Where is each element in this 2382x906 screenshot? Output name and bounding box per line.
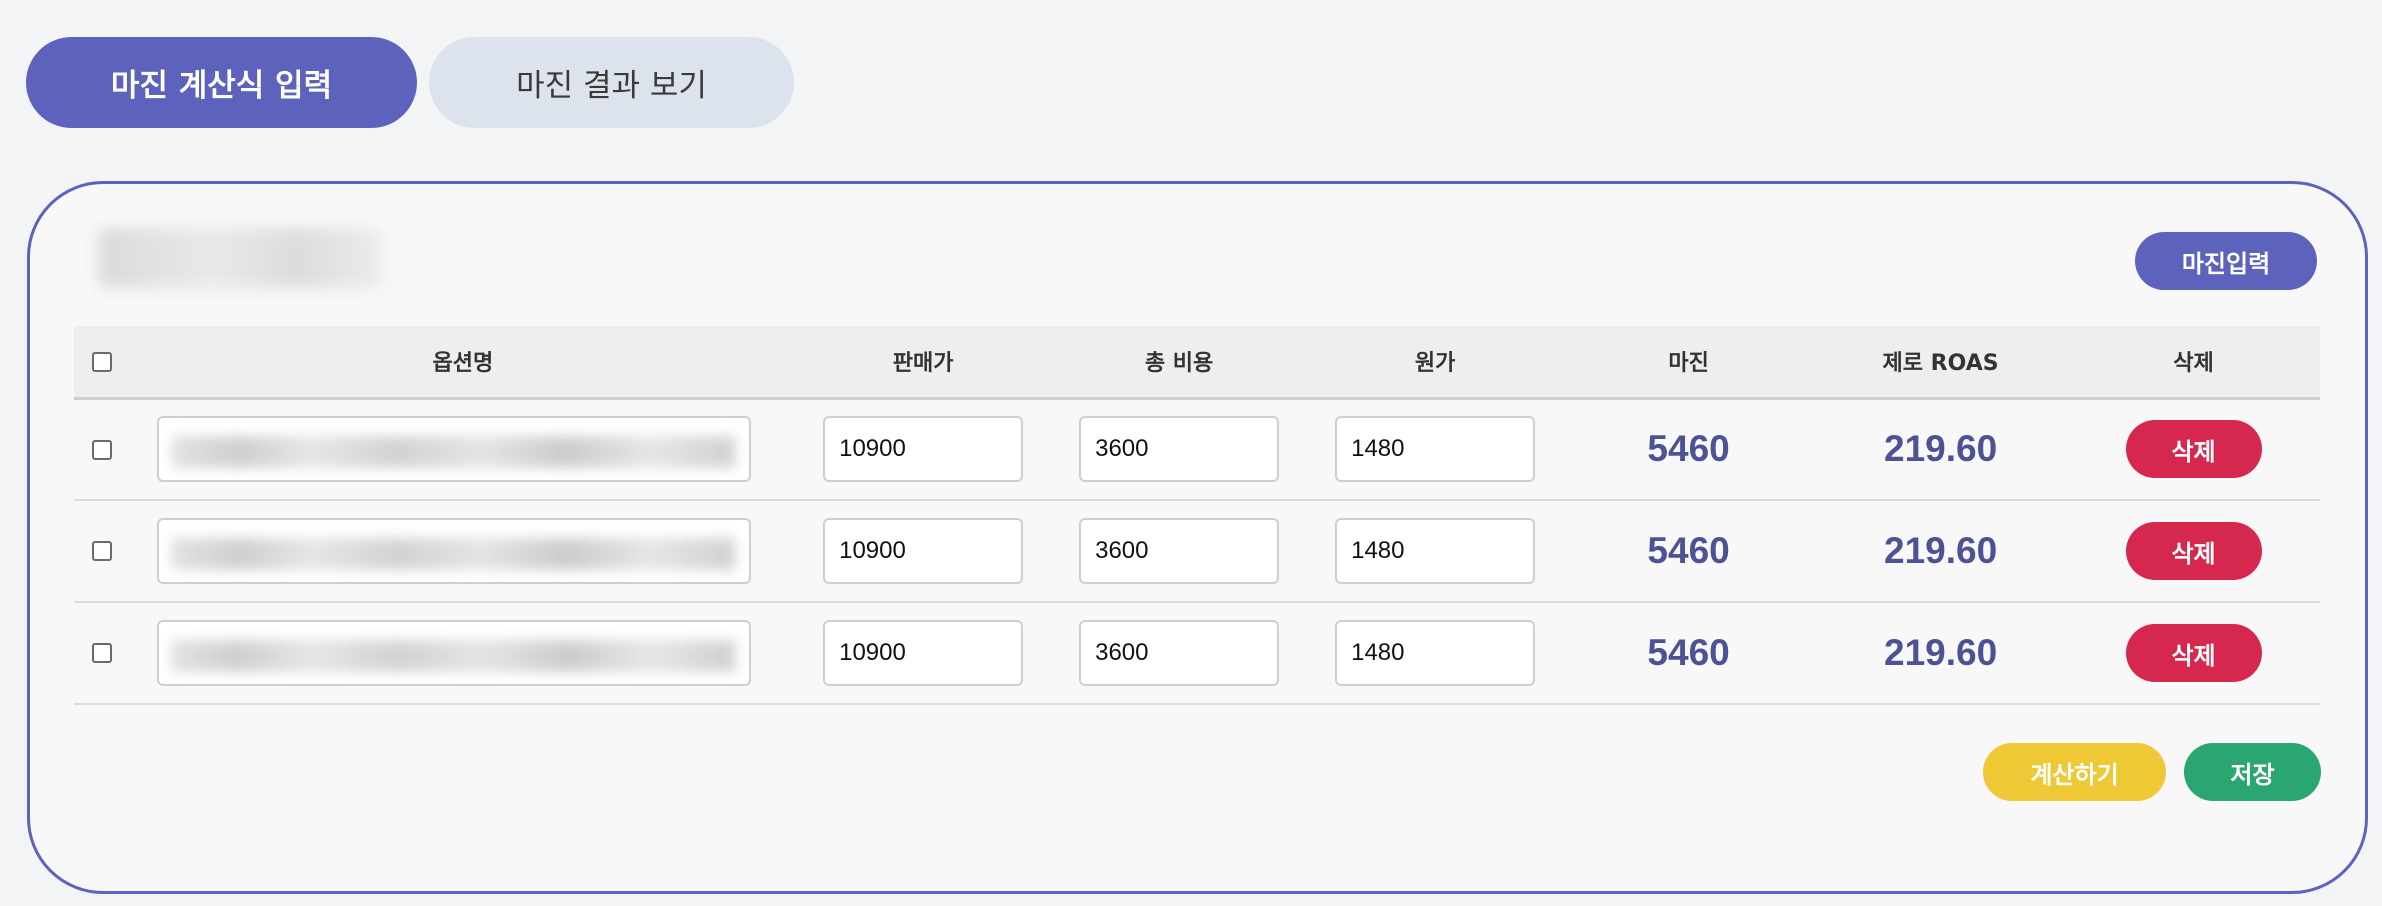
- sale-price-cell: 10900: [795, 602, 1052, 705]
- option-name-cell: [130, 602, 796, 705]
- calculate-button[interactable]: 계산하기: [1983, 743, 2166, 801]
- row-check-cell: [74, 500, 131, 603]
- zero-roas-value: 219.60: [1884, 428, 1998, 470]
- delete-cell: 삭제: [2067, 398, 2320, 501]
- cost-price-cell: 1480: [1307, 602, 1564, 705]
- margin-cell: 5460: [1563, 398, 1815, 501]
- zero-roas-cell: 219.60: [1814, 398, 2068, 501]
- header-margin: 마진: [1563, 326, 1815, 400]
- zero-roas-value: 219.60: [1884, 632, 1998, 673]
- option-name-input[interactable]: [156, 620, 751, 686]
- margin-input-button[interactable]: 마진입력: [2135, 232, 2317, 290]
- row-checkbox[interactable]: [92, 643, 113, 664]
- product-title-redacted: [98, 228, 383, 288]
- row-checkbox[interactable]: [92, 541, 113, 562]
- tab-bar: 마진 계산식 입력 마진 결과 보기: [26, 37, 794, 128]
- zero-roas-value: 219.60: [1884, 530, 1998, 571]
- redacted-text: [170, 436, 735, 469]
- cost-price-input[interactable]: 1480: [1335, 416, 1536, 483]
- sale-price-cell: 10900: [795, 398, 1052, 501]
- option-name-input[interactable]: [156, 416, 751, 483]
- redacted-text: [170, 640, 735, 672]
- header-option-name: 옵션명: [130, 326, 796, 400]
- sale-price-input[interactable]: 10900: [823, 416, 1024, 483]
- row-check-cell: [74, 602, 131, 705]
- margin-cell: 5460: [1563, 500, 1815, 603]
- option-name-input[interactable]: [156, 518, 751, 584]
- option-name-cell: [130, 500, 796, 603]
- select-all-cell: [74, 326, 131, 400]
- cost-price-input[interactable]: 1480: [1335, 518, 1536, 584]
- margin-input-card: 마진입력 옵션명 판매가 총 비용 원가 마진 제로 ROAS 삭제 10900: [27, 181, 2368, 894]
- redacted-text: [170, 538, 735, 570]
- table-header-row: 옵션명 판매가 총 비용 원가 마진 제로 ROAS 삭제: [74, 326, 2320, 400]
- total-cost-input[interactable]: 3600: [1079, 620, 1280, 686]
- total-cost-cell: 3600: [1051, 602, 1308, 705]
- row-check-cell: [74, 398, 131, 501]
- cost-price-cell: 1480: [1307, 398, 1564, 501]
- header-delete: 삭제: [2067, 326, 2320, 400]
- margin-value: 5460: [1647, 428, 1730, 470]
- header-sale-price: 판매가: [795, 326, 1052, 400]
- zero-roas-cell: 219.60: [1814, 500, 2068, 603]
- sale-price-cell: 10900: [795, 500, 1052, 603]
- tab-margin-formula-input[interactable]: 마진 계산식 입력: [26, 37, 417, 128]
- header-cost-price: 원가: [1307, 326, 1564, 400]
- header-zero-roas: 제로 ROAS: [1814, 326, 2068, 400]
- option-name-cell: [130, 398, 796, 501]
- sale-price-input[interactable]: 10900: [823, 518, 1024, 584]
- zero-roas-cell: 219.60: [1814, 602, 2068, 705]
- select-all-checkbox[interactable]: [92, 351, 113, 372]
- total-cost-input[interactable]: 3600: [1079, 518, 1280, 584]
- delete-row-button[interactable]: 삭제: [2125, 420, 2262, 479]
- total-cost-input[interactable]: 3600: [1079, 416, 1280, 483]
- delete-row-button[interactable]: 삭제: [2125, 624, 2262, 682]
- margin-value: 5460: [1647, 632, 1730, 673]
- delete-cell: 삭제: [2067, 500, 2320, 603]
- cost-price-input[interactable]: 1480: [1335, 620, 1536, 686]
- action-buttons: 계산하기 저장: [1983, 743, 2321, 801]
- save-button[interactable]: 저장: [2184, 743, 2321, 801]
- table-row: 10900 3600 1480 5460 219.60 삭제: [74, 398, 2320, 501]
- table-row: 10900 3600 1480 5460 219.60 삭제: [74, 602, 2320, 705]
- sale-price-input[interactable]: 10900: [823, 620, 1024, 686]
- total-cost-cell: 3600: [1051, 398, 1308, 501]
- table-row: 10900 3600 1480 5460 219.60 삭제: [74, 500, 2320, 603]
- row-checkbox[interactable]: [92, 439, 113, 460]
- delete-cell: 삭제: [2067, 602, 2320, 705]
- option-table: 옵션명 판매가 총 비용 원가 마진 제로 ROAS 삭제 10900 3600…: [74, 326, 2320, 705]
- delete-row-button[interactable]: 삭제: [2125, 522, 2262, 580]
- cost-price-cell: 1480: [1307, 500, 1564, 603]
- margin-value: 5460: [1647, 530, 1730, 571]
- tab-margin-results[interactable]: 마진 결과 보기: [429, 37, 794, 128]
- margin-cell: 5460: [1563, 602, 1815, 705]
- total-cost-cell: 3600: [1051, 500, 1308, 603]
- header-total-cost: 총 비용: [1051, 326, 1308, 400]
